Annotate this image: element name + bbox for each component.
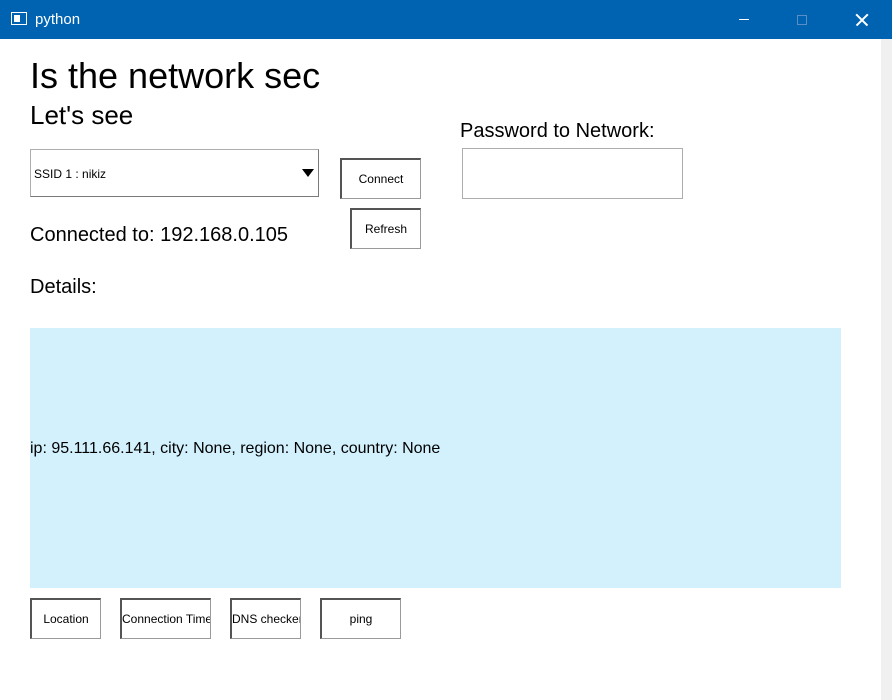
- close-icon: [855, 13, 869, 27]
- network-select-value: SSID 1 : nikiz: [34, 167, 107, 181]
- password-label: Password to Network:: [460, 120, 655, 142]
- close-button[interactable]: [833, 0, 891, 39]
- window-app-icon: [11, 12, 27, 25]
- connection-status: Connected to: 192.168.0.105: [30, 224, 288, 246]
- ping-button[interactable]: ping: [320, 598, 401, 639]
- refresh-button[interactable]: Refresh: [350, 208, 421, 249]
- network-select[interactable]: SSID 1 : nikiz: [30, 149, 319, 197]
- maximize-button[interactable]: [773, 0, 831, 39]
- connection-time-button[interactable]: Connection Time: [120, 598, 211, 639]
- minimize-button[interactable]: [715, 0, 773, 39]
- details-panel: ip: 95.111.66.141, city: None, region: N…: [30, 328, 841, 588]
- dns-checker-button[interactable]: DNS checker: [230, 598, 301, 639]
- dropdown-arrow-icon[interactable]: [302, 169, 314, 177]
- location-button[interactable]: Location: [30, 598, 101, 639]
- page-subtitle: Let's see: [30, 100, 134, 130]
- details-label: Details:: [30, 276, 97, 298]
- window-title: python: [35, 11, 81, 28]
- connect-button[interactable]: Connect: [340, 158, 421, 199]
- title-bar: python: [0, 0, 892, 39]
- window-right-edge: [881, 39, 892, 700]
- password-input[interactable]: [462, 148, 683, 199]
- page-title: Is the network sec: [30, 55, 321, 96]
- details-text: ip: 95.111.66.141, city: None, region: N…: [30, 440, 441, 457]
- minimize-icon: [739, 19, 749, 20]
- maximize-icon: [797, 14, 807, 25]
